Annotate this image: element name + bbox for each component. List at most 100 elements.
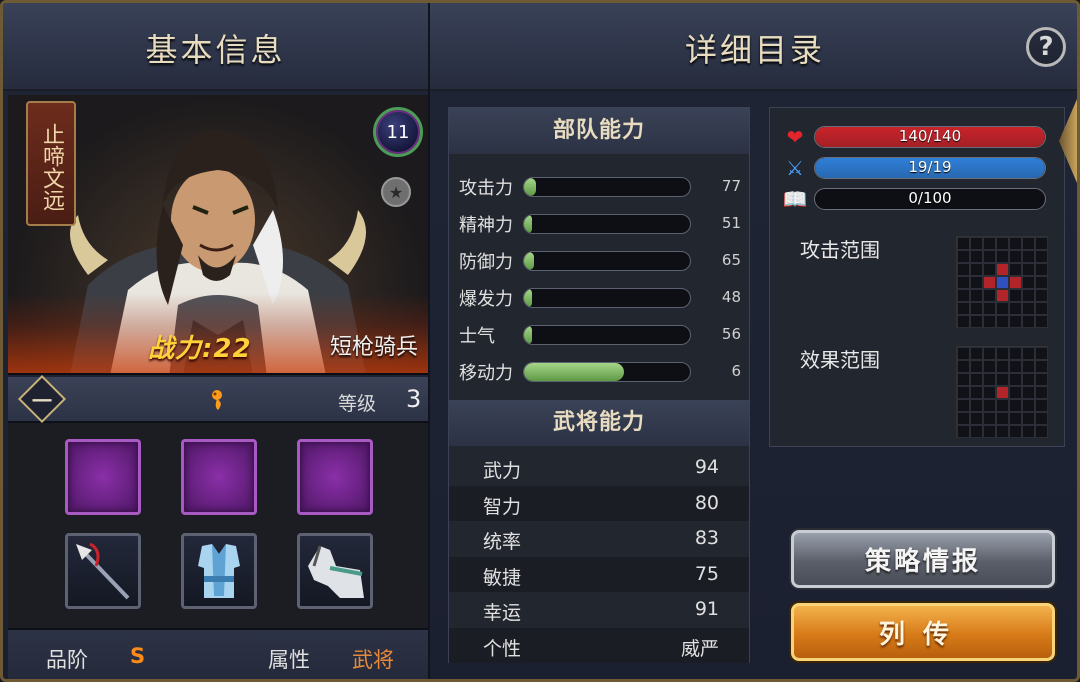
range-cell	[970, 237, 983, 250]
range-cell	[957, 399, 970, 412]
mp-row: ⚔ 19/19	[782, 156, 1052, 180]
skill-slot-3[interactable]	[297, 439, 373, 515]
help-button[interactable]: ?	[1026, 27, 1066, 67]
range-cell	[957, 386, 970, 399]
range-cell	[1009, 425, 1022, 438]
troop-stat-value: 6	[731, 362, 741, 380]
range-cell	[1035, 302, 1048, 315]
general-stat-label: 智力	[483, 495, 522, 518]
troop-stat-value: 51	[721, 214, 741, 232]
armor-icon	[198, 544, 240, 598]
range-cell	[1009, 399, 1022, 412]
range-cell	[1035, 315, 1048, 328]
range-cell	[970, 315, 983, 328]
level-value: 3	[406, 385, 422, 413]
range-cell	[996, 250, 1009, 263]
range-cell	[1009, 302, 1022, 315]
range-cell	[1009, 347, 1022, 360]
range-cell	[957, 347, 970, 360]
range-cell	[996, 425, 1009, 438]
range-cell	[983, 360, 996, 373]
range-cell	[1035, 276, 1048, 289]
range-cell	[1035, 399, 1048, 412]
range-cell	[1009, 315, 1022, 328]
range-cell	[996, 276, 1009, 289]
heart-icon: ❤	[786, 125, 804, 149]
range-cell	[957, 250, 970, 263]
range-cell	[970, 302, 983, 315]
combat-power: 战力:22	[148, 334, 252, 364]
gourd-icon	[212, 390, 222, 410]
troop-stat-bar	[523, 288, 691, 308]
range-cell	[1035, 289, 1048, 302]
hp-text: 140/140	[898, 127, 962, 145]
biography-button[interactable]: 列传	[791, 603, 1055, 661]
unit-type-label: 短枪骑兵	[329, 335, 418, 360]
skill-slot-1[interactable]	[65, 439, 141, 515]
weapon-slot[interactable]	[65, 533, 141, 609]
range-cell	[983, 263, 996, 276]
troop-stat-fill	[524, 326, 533, 344]
range-cell	[970, 250, 983, 263]
mount-slot[interactable]	[297, 533, 373, 609]
range-cell	[957, 412, 970, 425]
range-cell	[957, 263, 970, 276]
troop-stat-label: 士气	[459, 326, 495, 347]
range-cell	[957, 425, 970, 438]
range-cell	[1022, 347, 1035, 360]
general-stat-row: 武力 94	[449, 450, 749, 486]
range-cell	[970, 263, 983, 276]
troop-stat-row: 防御力 65	[449, 242, 749, 279]
strategy-info-button[interactable]: 策略情报	[791, 530, 1055, 588]
general-stat-value: 75	[694, 562, 719, 585]
range-cell	[957, 360, 970, 373]
range-cell	[1009, 276, 1022, 289]
range-cell	[970, 412, 983, 425]
star-icon[interactable]: ★	[381, 177, 411, 207]
troop-stat-label: 防御力	[459, 252, 513, 273]
general-stat-label: 统率	[483, 531, 522, 553]
range-cell	[1022, 360, 1035, 373]
troop-stat-label: 移动力	[459, 363, 513, 384]
troop-stat-fill	[524, 289, 533, 307]
range-cell	[957, 315, 970, 328]
range-cell	[983, 276, 996, 289]
basic-info-title: 基本信息	[145, 31, 286, 69]
range-cell	[983, 373, 996, 386]
book-icon: 📖	[782, 187, 808, 211]
range-cell	[996, 386, 1009, 399]
range-cell	[970, 425, 983, 438]
range-cell	[1009, 412, 1022, 425]
troop-stat-fill	[524, 215, 533, 233]
general-stat-value: 80	[694, 491, 719, 514]
troop-stat-bar	[523, 362, 691, 382]
crossed-swords-icon: ⚔	[786, 156, 804, 180]
detail-catalog-header: 详细目录 ?	[430, 3, 1077, 91]
troop-stat-row: 精神力 51	[449, 205, 749, 242]
attribute-value: 武将	[352, 648, 394, 672]
troop-stat-fill	[524, 252, 534, 270]
skill-slot-2[interactable]	[181, 439, 257, 515]
range-cell	[1035, 263, 1048, 276]
range-cell	[1022, 425, 1035, 438]
range-cell	[983, 412, 996, 425]
general-stat-value: 威严	[680, 637, 719, 660]
range-cell	[983, 250, 996, 263]
panel-divider	[428, 3, 430, 679]
range-cell	[1009, 263, 1022, 276]
armor-slot[interactable]	[181, 533, 257, 609]
hp-row: ❤ 140/140	[782, 125, 1052, 149]
range-cell	[1035, 386, 1048, 399]
troop-stat-bar	[523, 177, 691, 197]
troop-stat-value: 77	[721, 177, 741, 195]
range-cell	[970, 347, 983, 360]
troop-stat-label: 攻击力	[459, 178, 513, 199]
range-cell	[970, 373, 983, 386]
general-stat-row: 幸运 91	[449, 592, 749, 628]
general-stat-row: 统率 83	[449, 521, 749, 557]
troop-stat-row: 士气 56	[449, 316, 749, 353]
troop-stat-row: 移动力 6	[449, 353, 749, 390]
range-cell	[1022, 373, 1035, 386]
effect-range-label: 效果范围	[800, 348, 880, 372]
range-cell	[1035, 250, 1048, 263]
